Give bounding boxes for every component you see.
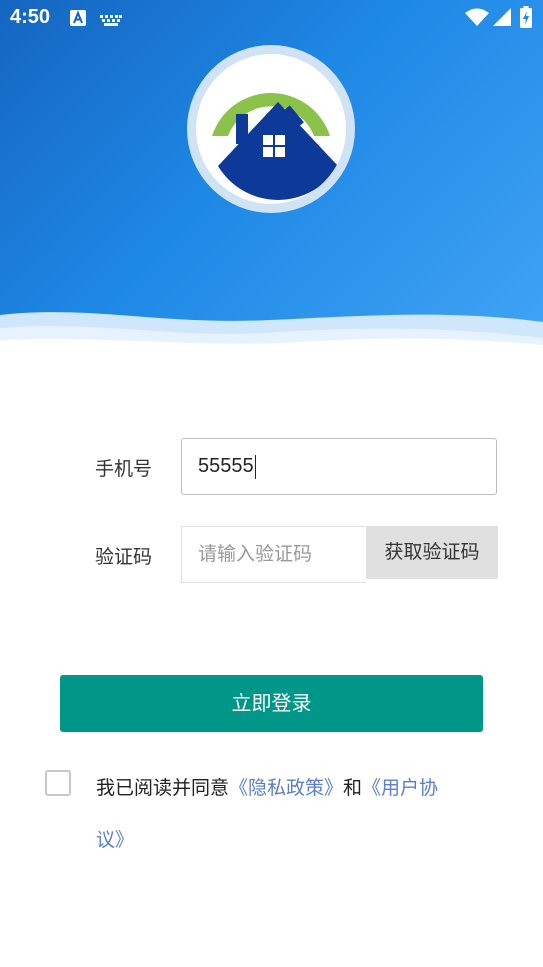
signal-icon	[493, 8, 511, 30]
verification-code-input[interactable]: 请输入验证码	[181, 526, 366, 583]
wifi-icon	[465, 8, 489, 30]
agreement-prefix: 我已阅读并同意	[96, 777, 230, 799]
user-agreement-link-part2: 议》	[96, 829, 135, 851]
battery-charging-icon	[520, 6, 532, 32]
status-time: 4:50	[10, 6, 51, 28]
house-logo-icon	[196, 54, 346, 204]
keyboard-icon	[100, 12, 122, 31]
wave-decoration	[0, 312, 543, 360]
agreement-conjunction: 和	[343, 777, 363, 799]
login-button[interactable]: 立即登录	[60, 675, 483, 732]
status-bar: 4:50	[0, 0, 543, 36]
user-agreement-link-part1: 《用户协	[362, 777, 439, 799]
privacy-policy-link[interactable]: 《隐私政策》	[229, 777, 343, 799]
agree-checkbox[interactable]	[45, 770, 71, 796]
a-notification-icon	[70, 10, 86, 30]
phone-value: 55555	[198, 455, 254, 477]
code-label: 验证码	[95, 546, 153, 568]
phone-input[interactable]: 55555	[181, 438, 497, 495]
text-caret	[254, 454, 257, 479]
agreement-text: 我已阅读并同意《隐私政策》和《用户协议》	[96, 762, 496, 866]
phone-label: 手机号	[95, 458, 153, 480]
logo	[187, 45, 355, 213]
get-code-button[interactable]: 获取验证码	[366, 526, 498, 579]
header-banner: 4:50	[0, 0, 543, 360]
